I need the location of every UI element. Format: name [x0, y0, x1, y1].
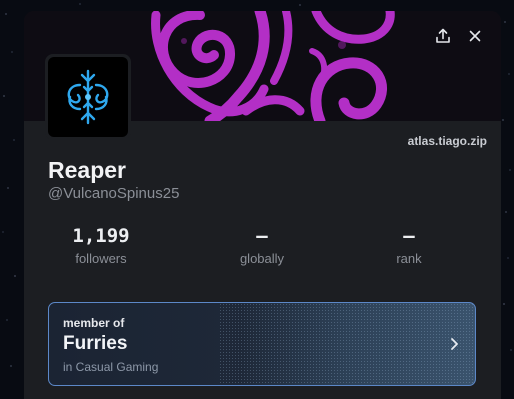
- stat-label: globally: [239, 251, 285, 266]
- stat-rank: – rank: [349, 224, 469, 266]
- close-icon: [469, 30, 481, 42]
- group-membership-card[interactable]: member of Furries in Casual Gaming: [48, 302, 476, 386]
- avatar-image: [48, 57, 128, 137]
- snowflake-emblem-icon: [67, 69, 109, 125]
- stat-label: followers: [75, 251, 127, 266]
- stat-value: –: [256, 225, 268, 247]
- site-link[interactable]: atlas.tiago.zip: [408, 134, 487, 148]
- profile-card: atlas.tiago.zip Reaper @VulcanoSpinus25 …: [24, 11, 501, 399]
- group-category: in Casual Gaming: [63, 360, 159, 374]
- stat-followers: 1,199 followers: [41, 224, 161, 266]
- username: @VulcanoSpinus25: [48, 185, 180, 202]
- close-button[interactable]: [464, 25, 486, 47]
- chevron-right-icon: [451, 338, 458, 350]
- share-button[interactable]: [432, 25, 454, 47]
- stat-label: rank: [396, 251, 422, 266]
- group-kicker: member of: [63, 316, 125, 330]
- stat-value: –: [403, 225, 415, 247]
- display-name: Reaper: [48, 157, 126, 183]
- group-name: Furries: [63, 333, 128, 354]
- share-icon: [436, 28, 450, 43]
- stat-value: 1,199: [72, 225, 130, 247]
- stat-globally: – globally: [202, 224, 322, 266]
- avatar: [45, 54, 131, 140]
- group-banner-texture: [219, 303, 475, 385]
